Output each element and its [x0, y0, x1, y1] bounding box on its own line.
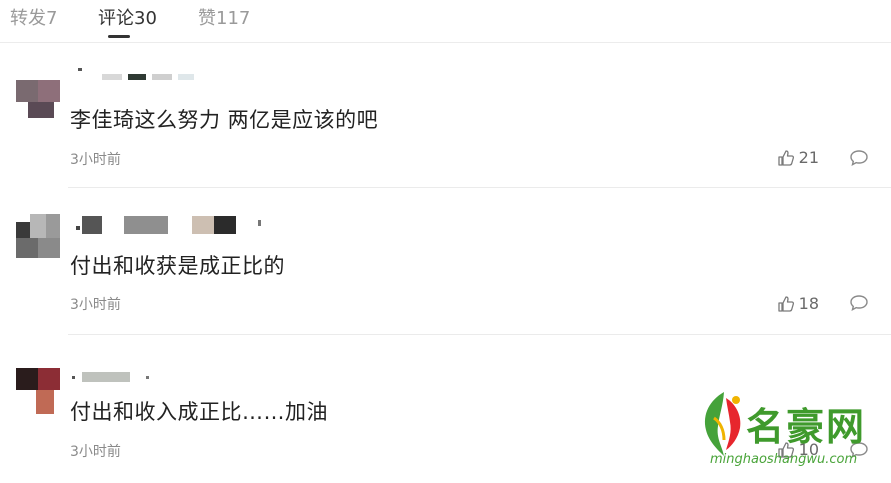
username[interactable] — [72, 64, 202, 80]
active-tab-indicator — [108, 35, 130, 38]
tab-likes[interactable]: 赞117 — [198, 4, 250, 30]
username[interactable] — [70, 368, 160, 384]
username[interactable] — [70, 212, 270, 236]
comment-text: 付出和收入成正比……加油 — [70, 400, 328, 424]
watermark-name: 名豪网 — [746, 405, 867, 449]
watermark-logo: 名豪网 minghaoshangwu.com — [696, 388, 886, 478]
avatar[interactable] — [16, 212, 60, 258]
leaf-logo-icon — [704, 392, 741, 456]
comment-time: 3小时前 — [70, 297, 121, 313]
comment-bubble-icon[interactable] — [849, 149, 869, 167]
like-count: 21 — [798, 148, 819, 167]
like-button[interactable]: 18 — [777, 294, 819, 313]
avatar[interactable] — [16, 368, 60, 414]
tab-comments[interactable]: 评论30 — [98, 4, 157, 30]
comment-time: 3小时前 — [70, 152, 121, 168]
comment-text: 付出和收获是成正比的 — [70, 254, 285, 278]
thumbs-up-icon — [777, 295, 794, 312]
comment-tabs: 转发7 评论30 赞117 — [0, 0, 891, 43]
comment-time: 3小时前 — [70, 444, 121, 460]
like-count: 18 — [798, 294, 819, 313]
like-button[interactable]: 21 — [777, 148, 819, 167]
comment-item: 李佳琦这么努力 两亿是应该的吧 3小时前 21 — [0, 42, 891, 188]
avatar[interactable] — [16, 74, 60, 120]
comment-bubble-icon[interactable] — [849, 294, 869, 312]
comment-text: 李佳琦这么努力 两亿是应该的吧 — [70, 108, 379, 132]
comment-item: 付出和收获是成正比的 3小时前 18 — [0, 188, 891, 335]
thumbs-up-icon — [777, 149, 794, 166]
tab-reposts[interactable]: 转发7 — [10, 4, 57, 30]
watermark-url: minghaoshangwu.com — [710, 452, 858, 467]
